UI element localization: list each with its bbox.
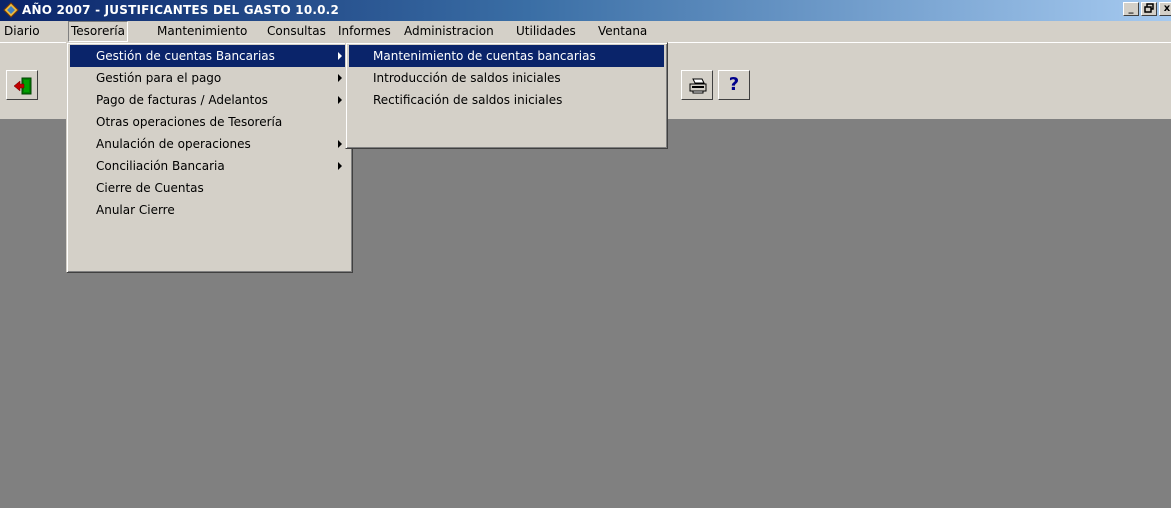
menu-item-conciliacion[interactable]: Conciliación Bancaria — [70, 155, 349, 177]
menu-item-label: Anulación de operaciones — [96, 137, 251, 151]
menu-item-label: Conciliación Bancaria — [96, 159, 225, 173]
menu-diario[interactable]: Diario — [2, 21, 42, 42]
submenu-arrow-icon — [338, 52, 342, 60]
menu-mantenimiento[interactable]: Mantenimiento — [155, 21, 249, 42]
help-icon: ? — [728, 74, 740, 95]
app-icon — [3, 2, 19, 18]
restore-icon — [1144, 3, 1154, 13]
minimize-button[interactable]: _ — [1123, 2, 1139, 16]
menu-item-label: Cierre de Cuentas — [96, 181, 204, 195]
menu-item-gestion-pago[interactable]: Gestión para el pago — [70, 67, 349, 89]
close-button[interactable]: x — [1159, 2, 1171, 16]
submenu-arrow-icon — [338, 162, 342, 170]
menu-informes[interactable]: Informes — [336, 21, 393, 42]
menu-ventana[interactable]: Ventana — [596, 21, 649, 42]
print-button[interactable] — [681, 70, 713, 100]
menu-item-anular-cierre[interactable]: Anular Cierre — [70, 199, 349, 221]
menu-tesoreria[interactable]: Tesorería — [68, 21, 128, 42]
menu-item-label: Otras operaciones de Tesorería — [96, 115, 283, 129]
menu-item-mantenimiento-cuentas[interactable]: Mantenimiento de cuentas bancarias — [349, 45, 664, 67]
submenu-arrow-icon — [338, 96, 342, 104]
menu-item-label: Gestión de cuentas Bancarias — [96, 49, 275, 63]
window-title: AÑO 2007 - JUSTIFICANTES DEL GASTO 10.0.… — [22, 3, 339, 17]
menu-utilidades[interactable]: Utilidades — [514, 21, 578, 42]
exit-button[interactable] — [6, 70, 38, 100]
menu-item-label: Anular Cierre — [96, 203, 175, 217]
menu-item-rectificacion-saldos[interactable]: Rectificación de saldos iniciales — [349, 89, 664, 111]
exit-door-icon — [13, 77, 32, 95]
menu-administracion[interactable]: Administracion — [402, 21, 496, 42]
cuentas-bancarias-submenu: Mantenimiento de cuentas bancarias Intro… — [345, 42, 668, 149]
menu-item-pago-facturas[interactable]: Pago de facturas / Adelantos — [70, 89, 349, 111]
menu-item-gestion-cuentas[interactable]: Gestión de cuentas Bancarias — [70, 45, 349, 67]
menu-item-cierre-cuentas[interactable]: Cierre de Cuentas — [70, 177, 349, 199]
menu-item-otras-operaciones[interactable]: Otras operaciones de Tesorería — [70, 111, 349, 133]
printer-icon — [689, 78, 707, 94]
help-button[interactable]: ? — [718, 70, 750, 100]
menu-item-label: Pago de facturas / Adelantos — [96, 93, 268, 107]
menu-item-label: Gestión para el pago — [96, 71, 222, 85]
menu-item-introduccion-saldos[interactable]: Introducción de saldos iniciales — [349, 67, 664, 89]
menu-item-label: Rectificación de saldos iniciales — [373, 93, 563, 107]
submenu-arrow-icon — [338, 140, 342, 148]
menu-consultas[interactable]: Consultas — [265, 21, 328, 42]
menu-item-label: Introducción de saldos iniciales — [373, 71, 561, 85]
window-controls: _ x — [1123, 2, 1171, 18]
menu-item-label: Mantenimiento de cuentas bancarias — [373, 49, 596, 63]
menu-bar: Diario Tesorería Mantenimiento Consultas… — [0, 21, 1171, 42]
title-bar[interactable]: AÑO 2007 - JUSTIFICANTES DEL GASTO 10.0.… — [0, 0, 1171, 21]
menu-item-anulacion[interactable]: Anulación de operaciones — [70, 133, 349, 155]
restore-button[interactable] — [1141, 2, 1157, 16]
submenu-arrow-icon — [338, 74, 342, 82]
tesoreria-menu: Gestión de cuentas Bancarias Gestión par… — [66, 42, 353, 273]
